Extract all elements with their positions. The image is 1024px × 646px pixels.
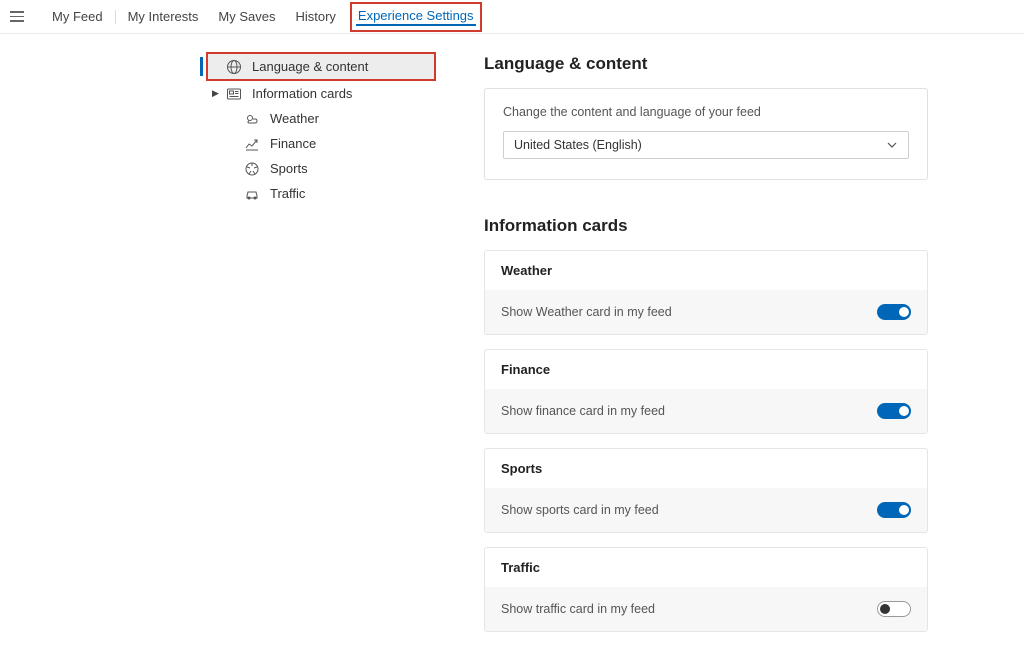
sidebar-item-sports[interactable]: Sports <box>208 156 434 181</box>
toggle-weather[interactable] <box>877 304 911 320</box>
sidebar-item-information-cards[interactable]: ▶ Information cards <box>208 81 434 106</box>
top-tabs: My Feed My Interests My Saves History Ex… <box>42 0 482 34</box>
tab-my-feed[interactable]: My Feed <box>42 0 113 34</box>
sidebar-item-label: Information cards <box>252 86 352 101</box>
tab-experience-settings[interactable]: Experience Settings <box>356 8 476 26</box>
sidebar-item-traffic[interactable]: Traffic <box>208 181 434 206</box>
chevron-down-icon <box>886 139 898 151</box>
card-desc: Show sports card in my feed <box>501 503 659 517</box>
tab-my-interests[interactable]: My Interests <box>118 0 209 34</box>
language-panel: Change the content and language of your … <box>484 88 928 180</box>
sidebar-item-language[interactable]: Language & content <box>208 54 434 79</box>
settings-sidebar: Language & content ▶ Information cards <box>0 52 440 646</box>
toggle-sports[interactable] <box>877 502 911 518</box>
language-select[interactable]: United States (English) <box>503 131 909 159</box>
top-nav: My Feed My Interests My Saves History Ex… <box>0 0 1024 34</box>
tab-experience-settings-highlight: Experience Settings <box>350 2 482 32</box>
section-title-info-cards: Information cards <box>484 216 928 236</box>
sidebar-item-label: Language & content <box>252 59 368 74</box>
language-desc: Change the content and language of your … <box>503 105 909 119</box>
card-title: Weather <box>485 251 927 290</box>
card-desc: Show traffic card in my feed <box>501 602 655 616</box>
traffic-icon <box>244 186 260 202</box>
sidebar-item-label: Sports <box>270 161 308 176</box>
card-weather: Weather Show Weather card in my feed <box>484 250 928 335</box>
card-desc: Show finance card in my feed <box>501 404 665 418</box>
card-title: Traffic <box>485 548 927 587</box>
tab-history[interactable]: History <box>285 0 345 34</box>
section-title-language: Language & content <box>484 54 928 74</box>
toggle-finance[interactable] <box>877 403 911 419</box>
card-icon <box>226 86 242 102</box>
card-finance: Finance Show finance card in my feed <box>484 349 928 434</box>
caret-right-icon: ▶ <box>212 88 219 99</box>
tab-my-saves[interactable]: My Saves <box>208 0 285 34</box>
card-desc: Show Weather card in my feed <box>501 305 672 319</box>
card-title: Sports <box>485 449 927 488</box>
toggle-traffic[interactable] <box>877 601 911 617</box>
sidebar-item-language-highlight: Language & content <box>206 52 436 81</box>
weather-icon <box>244 111 260 127</box>
card-traffic: Traffic Show traffic card in my feed <box>484 547 928 632</box>
sidebar-item-weather[interactable]: Weather <box>208 106 434 131</box>
card-sports: Sports Show sports card in my feed <box>484 448 928 533</box>
sidebar-item-label: Finance <box>270 136 316 151</box>
hamburger-icon[interactable] <box>10 7 30 27</box>
globe-icon <box>226 59 242 75</box>
finance-icon <box>244 136 260 152</box>
language-select-value: United States (English) <box>514 138 642 152</box>
settings-main: Language & content Change the content an… <box>440 52 940 646</box>
card-title: Finance <box>485 350 927 389</box>
sidebar-item-label: Weather <box>270 111 319 126</box>
sidebar-item-label: Traffic <box>270 186 305 201</box>
divider <box>115 10 116 24</box>
sports-icon <box>244 161 260 177</box>
sidebar-item-finance[interactable]: Finance <box>208 131 434 156</box>
